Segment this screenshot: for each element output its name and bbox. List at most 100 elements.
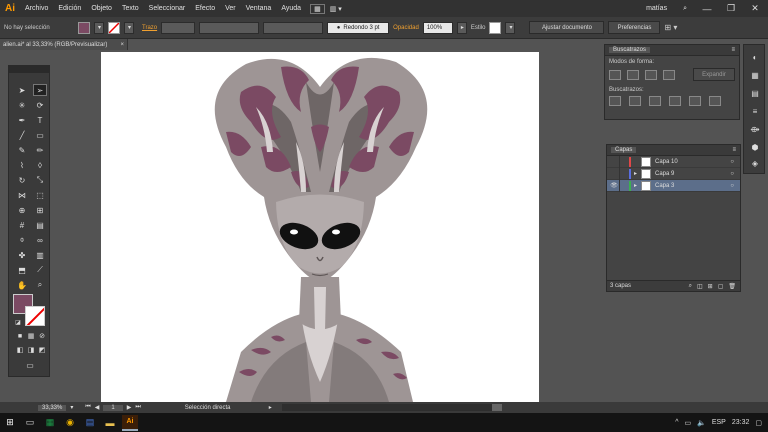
blend-tool-icon[interactable]: ∞ xyxy=(33,234,47,246)
task-view-icon[interactable]: ▭ xyxy=(22,415,38,431)
close-icon[interactable]: ✕ xyxy=(746,3,764,14)
layer-name[interactable]: Capa 9 xyxy=(655,171,674,177)
outline-icon[interactable] xyxy=(689,96,701,106)
opacity-panel-link[interactable]: Opacidad xyxy=(393,25,419,31)
unite-icon[interactable] xyxy=(609,69,621,80)
layer-row[interactable]: Capa 10 ○ xyxy=(607,155,740,168)
zoom-tool-icon[interactable]: ⌕ xyxy=(33,279,47,291)
hand-tool-icon[interactable]: ✋ xyxy=(15,279,29,291)
slice-tool-icon[interactable]: ⟋ xyxy=(33,264,47,276)
menu-seleccionar[interactable]: Seleccionar xyxy=(144,5,191,12)
brushes-panel-icon[interactable]: ≡ xyxy=(748,105,762,117)
shape-builder-tool-icon[interactable]: ⊕ xyxy=(15,204,29,216)
menu-edicion[interactable]: Edición xyxy=(53,5,86,12)
layers-tab[interactable]: Capas xyxy=(611,147,637,153)
windows-start-icon[interactable]: ⊞ xyxy=(2,415,18,431)
scale-tool-icon[interactable]: ⤡ xyxy=(33,174,47,186)
lock-toggle[interactable] xyxy=(619,179,629,192)
search-icon[interactable]: ⌕ xyxy=(678,5,692,13)
stroke-color-box[interactable] xyxy=(25,306,45,326)
artboard[interactable] xyxy=(101,52,539,402)
artboard-tool-icon[interactable]: ⬒ xyxy=(15,264,29,276)
visibility-toggle-icon[interactable]: 👁 xyxy=(609,182,619,189)
word-icon[interactable]: ▤ xyxy=(82,415,98,431)
column-graph-tool-icon[interactable]: ▥ xyxy=(33,249,47,261)
divide-icon[interactable] xyxy=(609,96,621,106)
chrome-icon[interactable]: ◉ xyxy=(62,415,78,431)
illustrator-taskbar-icon[interactable]: Ai xyxy=(122,414,138,431)
mesh-tool-icon[interactable]: # xyxy=(15,219,29,231)
paintbrush-tool-icon[interactable]: ✎ xyxy=(15,144,29,156)
layer-name[interactable]: Capa 10 xyxy=(655,159,678,165)
last-artboard-icon[interactable]: ⏭ xyxy=(135,404,140,411)
explorer-icon[interactable]: ▬ xyxy=(102,415,118,431)
line-tool-icon[interactable]: ╱ xyxy=(15,129,29,141)
new-layer-icon[interactable]: ▢ xyxy=(718,283,724,290)
previous-artboard-icon[interactable]: ◀ xyxy=(95,404,100,411)
zoom-field[interactable]: 33,33% xyxy=(38,404,67,411)
merge-icon[interactable] xyxy=(649,96,661,106)
arrange-icon[interactable]: ⊞ ▾ xyxy=(664,23,677,32)
gradient-tool-icon[interactable]: ▤ xyxy=(33,219,47,231)
language-indicator[interactable]: ESP xyxy=(712,419,726,426)
artboard-number-field[interactable]: 1 xyxy=(103,404,123,411)
locate-object-icon[interactable]: ⌕ xyxy=(689,283,692,290)
clock[interactable]: 23:32 xyxy=(732,419,750,426)
network-icon[interactable]: ▭ xyxy=(684,419,691,427)
menu-texto[interactable]: Texto xyxy=(117,5,144,12)
target-icon[interactable]: ○ xyxy=(730,159,734,165)
scrollbar-thumb[interactable] xyxy=(491,404,502,411)
expand-button[interactable]: Expandir xyxy=(693,68,735,81)
brush-definition-dropdown[interactable]: ● Redondo 3 pt xyxy=(327,21,390,34)
fill-dropdown[interactable]: ▾ xyxy=(94,21,104,34)
target-icon[interactable]: ○ xyxy=(730,183,734,189)
exclude-icon[interactable] xyxy=(663,69,675,80)
variable-width-dropdown[interactable] xyxy=(199,21,260,34)
opacity-field[interactable]: 100% xyxy=(422,21,453,34)
stroke-panel-link[interactable]: Trazo xyxy=(142,25,157,31)
tray-expand-icon[interactable]: ^ xyxy=(675,419,678,426)
status-menu-icon[interactable]: ▸ xyxy=(269,404,272,411)
trim-icon[interactable] xyxy=(629,96,641,106)
layer-row[interactable]: 👁 ▸ Capa 3 ○ xyxy=(607,179,740,192)
type-tool-icon[interactable]: T xyxy=(33,114,47,126)
free-transform-tool-icon[interactable]: ⬚ xyxy=(33,189,47,201)
draw-inside-icon[interactable]: ◩ xyxy=(35,344,49,356)
volume-icon[interactable]: 🔈 xyxy=(697,419,706,427)
magic-wand-tool-icon[interactable]: ✳ xyxy=(15,99,29,111)
new-sublayer-icon[interactable]: ⊞ xyxy=(708,283,713,290)
pen-tool-icon[interactable]: ✒ xyxy=(15,114,29,126)
document-tab[interactable]: alien.ai* al 33,33% (RGB/Previsualizar) … xyxy=(0,39,128,50)
lasso-tool-icon[interactable]: ⟳ xyxy=(33,99,47,111)
panel-menu-icon[interactable]: ≡ xyxy=(731,47,739,53)
fill-swatch[interactable] xyxy=(78,21,90,34)
blob-brush-tool-icon[interactable]: ⌇ xyxy=(15,159,29,171)
minimize-icon[interactable]: — xyxy=(698,4,716,14)
symbol-sprayer-tool-icon[interactable]: ✤ xyxy=(15,249,29,261)
layers-panel-header[interactable]: Capas ≡ xyxy=(607,145,740,156)
eyedropper-tool-icon[interactable]: ⌽ xyxy=(15,234,29,246)
notifications-icon[interactable]: ▢ xyxy=(755,419,762,427)
next-artboard-icon[interactable]: ▶ xyxy=(127,404,132,411)
arrange-documents-icon[interactable]: ▥ ▾ xyxy=(325,5,347,13)
eraser-tool-icon[interactable]: ◊ xyxy=(33,159,47,171)
none-mode-icon[interactable]: ⊘ xyxy=(35,330,49,342)
expand-triangle-icon[interactable]: ▸ xyxy=(634,170,641,177)
expand-triangle-icon[interactable]: ▸ xyxy=(634,182,641,189)
pencil-tool-icon[interactable]: ✏ xyxy=(33,144,47,156)
brush-dropdown[interactable] xyxy=(263,21,324,34)
stroke-dropdown[interactable]: ▾ xyxy=(124,21,134,34)
screen-mode-icon[interactable]: ▭ xyxy=(23,359,37,371)
graphic-styles-icon[interactable]: ⬢ xyxy=(748,141,762,153)
menu-efecto[interactable]: Efecto xyxy=(190,5,220,12)
menu-archivo[interactable]: Archivo xyxy=(20,5,53,12)
pathfinder-tab[interactable]: Buscatrazos xyxy=(609,47,651,53)
opacity-dropdown[interactable]: ▸ xyxy=(456,21,467,34)
rectangle-tool-icon[interactable]: ▭ xyxy=(33,129,47,141)
default-colors-icon[interactable]: ◪ xyxy=(11,316,25,328)
horizontal-scrollbar[interactable] xyxy=(281,404,502,411)
color-panel-icon[interactable]: ◐ xyxy=(748,51,762,63)
menu-ayuda[interactable]: Ayuda xyxy=(276,5,306,12)
swatches-panel-icon[interactable]: ▤ xyxy=(748,87,762,99)
user-account[interactable]: matías xyxy=(641,5,672,12)
